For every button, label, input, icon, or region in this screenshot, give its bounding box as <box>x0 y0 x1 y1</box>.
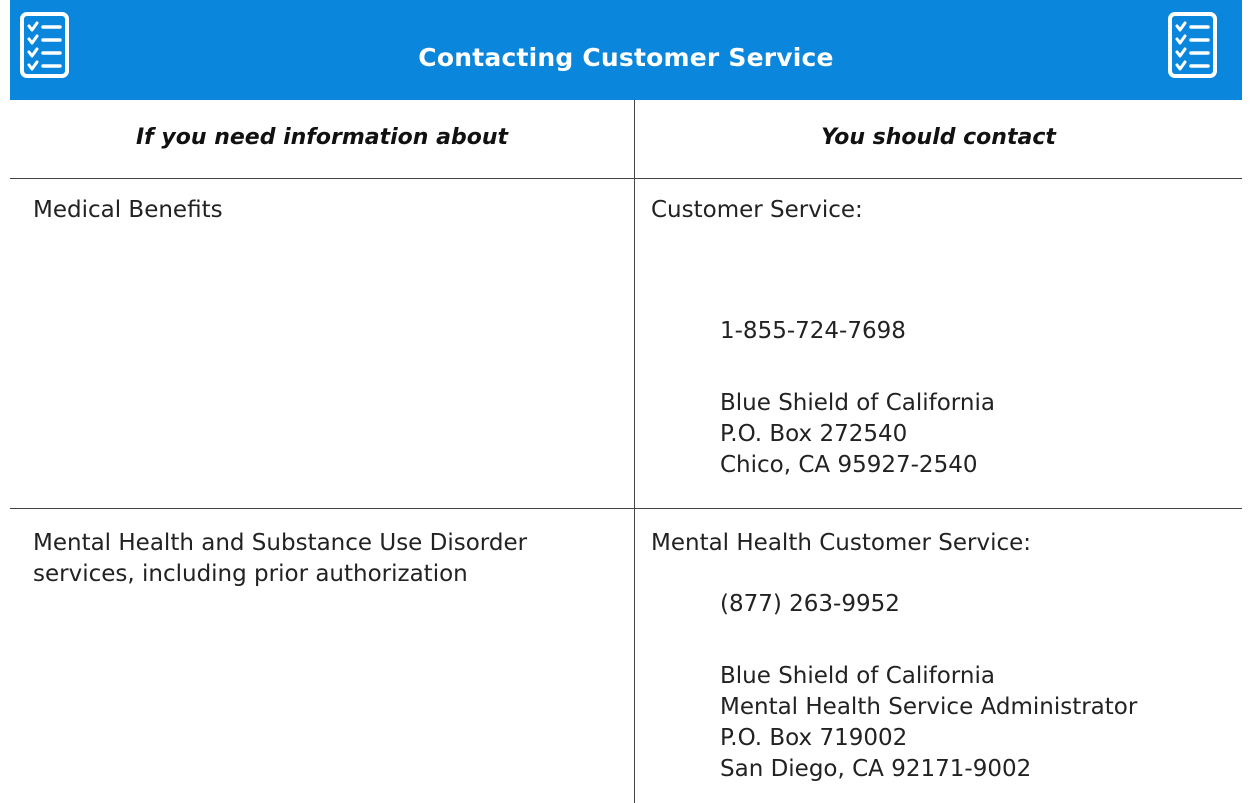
phone-number: (877) 263-9952 <box>720 591 900 617</box>
address-line: Chico, CA 95927-2540 <box>720 452 978 478</box>
contact-label: Customer Service: <box>651 197 863 223</box>
row-topic: Medical Benefits <box>33 197 223 223</box>
column-header-topic: If you need information about <box>136 125 508 150</box>
mailing-address: Blue Shield of California P.O. Box 27254… <box>720 388 995 481</box>
row-divider <box>10 178 1242 179</box>
contact-label: Mental Health Customer Service: <box>651 530 1032 556</box>
checklist-icon <box>1168 12 1217 78</box>
address-line: Blue Shield of California <box>720 390 995 416</box>
address-line: San Diego, CA 92171-9002 <box>720 756 1032 782</box>
phone-number: 1-855-724-7698 <box>720 318 906 344</box>
address-line: P.O. Box 272540 <box>720 421 908 447</box>
row-topic: Mental Health and Substance Use Disorder… <box>33 530 528 587</box>
address-line: Blue Shield of California <box>720 663 995 689</box>
column-header-contact: You should contact <box>821 125 1056 150</box>
mailing-address: Blue Shield of California Mental Health … <box>720 661 1137 785</box>
address-line: Mental Health Service Administrator <box>720 694 1138 720</box>
row-divider <box>10 508 1242 509</box>
column-divider <box>634 100 635 803</box>
page-title: Contacting Customer Service <box>418 43 834 72</box>
address-line: P.O. Box 719002 <box>720 725 908 751</box>
